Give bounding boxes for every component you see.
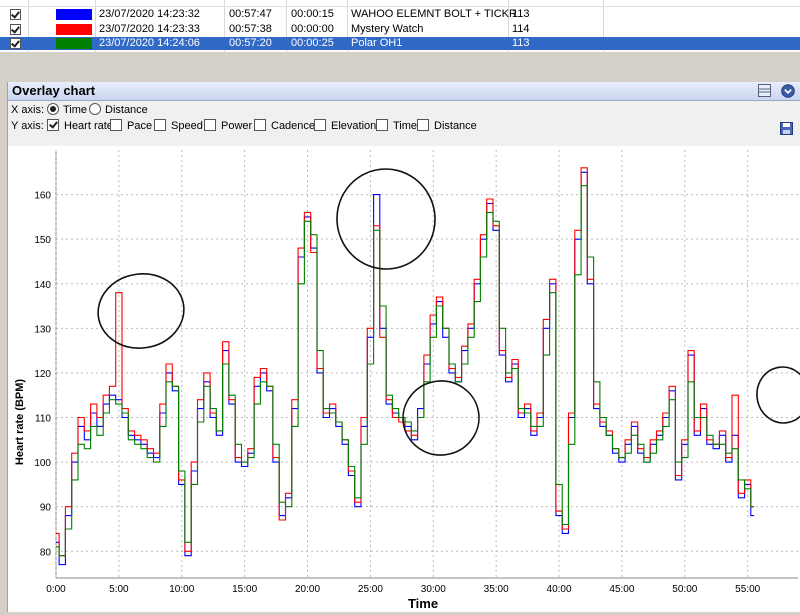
chart-svg: 80 90 100 110 120 130 140 150 160 0:00 5:00 10:00 15… — [14, 150, 800, 611]
splitter[interactable] — [0, 52, 800, 82]
row-device-name: Polar OH1 — [351, 37, 403, 49]
series-line — [56, 167, 754, 557]
x-tick-label: 25:00 — [358, 584, 383, 595]
row-date: 23/07/2020 14:24:06 — [99, 37, 200, 49]
row-checkbox[interactable] — [10, 24, 21, 35]
x-axis-title: Time — [408, 596, 438, 611]
panel-header: Overlay chart — [8, 82, 800, 101]
radio-icon[interactable] — [89, 103, 101, 115]
row-offset: 00:00:25 — [291, 37, 334, 49]
collapse-icon[interactable] — [781, 84, 795, 98]
x-tick-label: 20:00 — [295, 584, 320, 595]
y-option-time[interactable]: Time — [376, 119, 417, 133]
series-color-swatch[interactable] — [56, 9, 92, 20]
checkbox-icon[interactable] — [417, 119, 429, 131]
y-axis-label: Y axis: — [11, 120, 44, 132]
y-option-speed[interactable]: Speed — [154, 119, 203, 133]
series-line — [56, 185, 754, 557]
row-checkbox[interactable] — [10, 38, 21, 49]
y-tick-label: 160 — [34, 191, 51, 202]
row-duration: 00:57:20 — [229, 37, 272, 49]
row-checkbox[interactable] — [10, 9, 21, 20]
row-device-name: WAHOO ELEMNT BOLT + TICKR — [351, 8, 517, 20]
y-tick-label: 130 — [34, 324, 51, 335]
row-date: 23/07/2020 14:23:32 — [99, 8, 200, 20]
table-divider — [0, 6, 800, 7]
x-tick-label: 0:00 — [46, 584, 66, 595]
layout-icon[interactable] — [758, 84, 771, 97]
y-tick-label: 140 — [34, 280, 51, 291]
y-tick-label: 100 — [34, 458, 51, 469]
checkbox-icon[interactable] — [47, 119, 59, 131]
checkbox-icon[interactable] — [110, 119, 122, 131]
y-option-pace[interactable]: Pace — [110, 119, 152, 133]
save-icon[interactable] — [780, 122, 793, 135]
y-option-heart-rate[interactable]: Heart rate — [47, 119, 113, 133]
series-color-swatch[interactable] — [56, 24, 92, 35]
row-date: 23/07/2020 14:23:33 — [99, 23, 200, 35]
row-offset: 00:00:15 — [291, 8, 334, 20]
y-option-power[interactable]: Power — [204, 119, 252, 133]
y-tick-label: 150 — [34, 235, 51, 246]
x-tick-label: 35:00 — [484, 584, 509, 595]
annotation-circle — [336, 168, 436, 270]
panel-title: Overlay chart — [12, 83, 96, 98]
y-tick-label: 90 — [40, 503, 52, 514]
x-axis-label: X axis: — [11, 104, 45, 116]
table-row[interactable]: 23/07/2020 14:23:33 00:57:38 00:00:00 My… — [0, 23, 800, 36]
x-tick-label: 10:00 — [169, 584, 194, 595]
x-option-time[interactable]: Time — [47, 103, 87, 117]
row-average: 113 — [512, 37, 530, 49]
x-tick-label: 5:00 — [109, 584, 129, 595]
y-option-distance[interactable]: Distance — [417, 119, 477, 133]
y-tick-label: 80 — [40, 547, 52, 558]
heart-rate-chart: 80 90 100 110 120 130 140 150 160 0:00 5:00 10:00 15… — [8, 146, 800, 612]
series-color-swatch[interactable] — [56, 38, 92, 49]
checkbox-icon[interactable] — [376, 119, 388, 131]
checkbox-icon[interactable] — [254, 119, 266, 131]
annotation-circle — [97, 273, 185, 349]
row-average: 113 — [512, 8, 530, 20]
x-tick-label: 45:00 — [609, 584, 634, 595]
y-axis-title: Heart rate (BPM) — [14, 379, 26, 466]
series-line — [56, 171, 754, 566]
x-tick-label: 50:00 — [672, 584, 697, 595]
table-row-selected[interactable]: 23/07/2020 14:24:06 00:57:20 00:00:25 Po… — [0, 37, 800, 50]
checkbox-icon[interactable] — [154, 119, 166, 131]
x-tick-label: 55:00 — [735, 584, 760, 595]
x-tick-label: 15:00 — [232, 584, 257, 595]
x-tick-label: 30:00 — [421, 584, 446, 595]
checkbox-icon[interactable] — [314, 119, 326, 131]
row-average: 114 — [512, 23, 530, 35]
x-option-distance[interactable]: Distance — [89, 103, 148, 117]
y-tick-label: 110 — [35, 414, 51, 425]
y-option-cadence[interactable]: Cadence — [254, 119, 315, 133]
row-duration: 00:57:38 — [229, 23, 272, 35]
y-tick-label: 120 — [34, 369, 51, 380]
table-row[interactable]: 23/07/2020 14:23:32 00:57:47 00:00:15 WA… — [0, 8, 800, 21]
row-duration: 00:57:47 — [229, 8, 272, 20]
row-device-name: Mystery Watch — [351, 23, 424, 35]
overlay-chart-panel: Overlay chart X axis: Time Distance Y ax… — [7, 82, 800, 612]
radio-icon[interactable] — [47, 103, 59, 115]
row-offset: 00:00:00 — [291, 23, 334, 35]
device-table: 23/07/2020 14:23:32 00:57:47 00:00:15 WA… — [0, 0, 800, 52]
y-option-elevation[interactable]: Elevation — [314, 119, 376, 133]
checkbox-icon[interactable] — [204, 119, 216, 131]
x-tick-label: 40:00 — [547, 584, 572, 595]
